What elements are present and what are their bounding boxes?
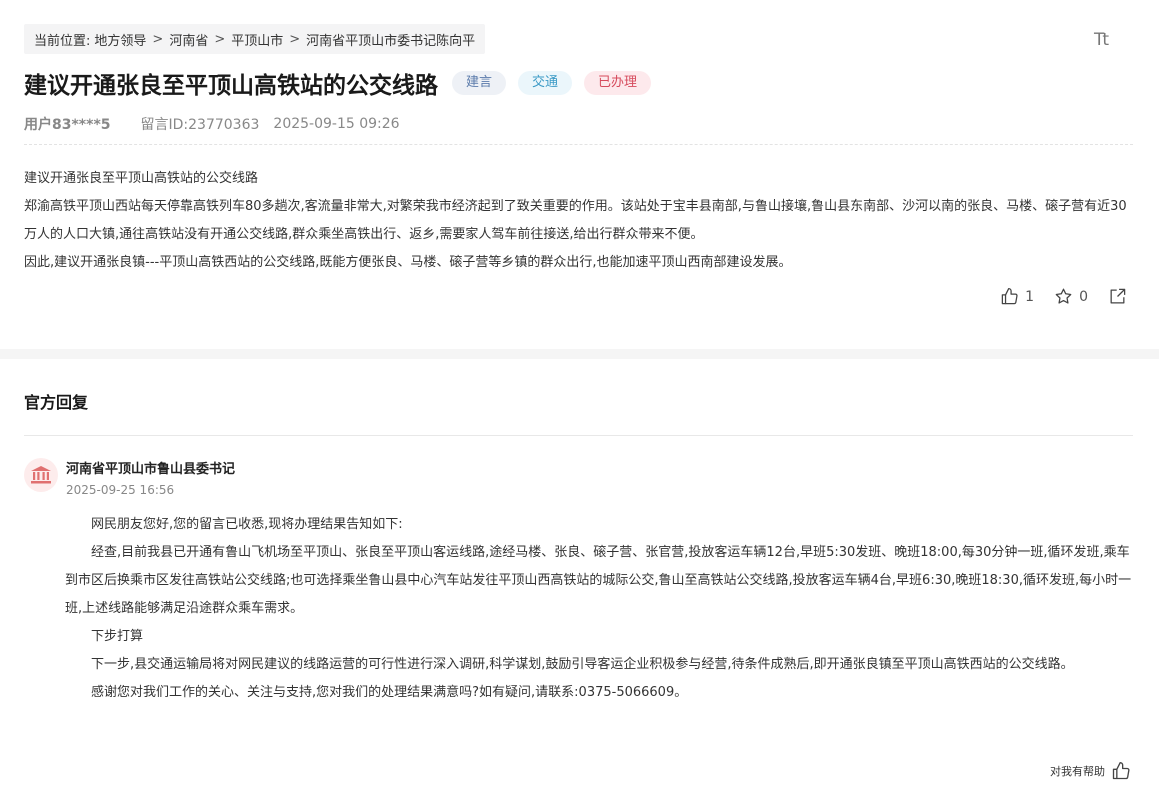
org-avatar bbox=[24, 458, 58, 492]
reply-paragraph: 经查,目前我县已开通有鲁山飞机场至平顶山、张良至平顶山客运线路,途经马楼、张良、… bbox=[65, 545, 1132, 616]
helpful-button[interactable]: 对我有帮助 bbox=[1050, 761, 1131, 781]
star-icon bbox=[1055, 288, 1072, 304]
reply-org: 河南省平顶山市鲁山县委书记 2025-09-25 16:56 bbox=[24, 458, 1133, 497]
post-content: 建议开通张良至平顶山高铁站的公交线路 郑渝高铁平顶山西站每天停靠高铁列车80多趟… bbox=[24, 165, 1136, 277]
like-count: 1 bbox=[1025, 288, 1035, 305]
post-actions: 1 0 bbox=[980, 287, 1133, 306]
post-paragraph: 建议开通张良至平顶山高铁站的公交线路 bbox=[24, 171, 259, 186]
section-divider bbox=[0, 349, 1159, 359]
breadcrumb-item-province[interactable]: 河南省 bbox=[169, 30, 208, 49]
page-title: 建议开通张良至平顶山高铁站的公交线路 bbox=[24, 73, 438, 99]
thumbs-up-icon bbox=[1112, 762, 1130, 780]
status-badge: 已办理 bbox=[584, 71, 652, 95]
like-button[interactable]: 1 bbox=[1000, 287, 1034, 306]
reply-date: 2025-09-25 16:56 bbox=[66, 483, 175, 497]
reply-paragraph: 下步打算 bbox=[91, 629, 144, 644]
reply-paragraph: 下一步,县交通运输局将对网民建议的线路运营的可行性进行深入调研,科学谋划,鼓励引… bbox=[91, 657, 1074, 672]
org-name: 河南省平顶山市鲁山县委书记 bbox=[66, 462, 236, 477]
post-paragraph: 郑渝高铁平顶山西站每天停靠高铁列车80多趟次,客流量非常大,对繁荣我市经济起到了… bbox=[24, 199, 1127, 242]
breadcrumb-item-city[interactable]: 平顶山市 bbox=[231, 30, 283, 49]
post-meta: 用户83****5 留言ID:23770363 2025-09-15 09:26 bbox=[24, 114, 1133, 145]
breadcrumb-separator: > bbox=[152, 31, 164, 47]
breadcrumb-separator: > bbox=[289, 31, 301, 47]
title-row: 建议开通张良至平顶山高铁站的公交线路 建言 交通 已办理 bbox=[24, 66, 1133, 100]
favorite-button[interactable]: 0 bbox=[1054, 287, 1088, 306]
breadcrumb-item-leaders[interactable]: 地方领导 bbox=[94, 30, 146, 49]
breadcrumb: 当前位置: 地方领导 > 河南省 > 平顶山市 > 河南省平顶山市委书记陈向平 bbox=[24, 24, 486, 54]
tag-traffic: 交通 bbox=[518, 71, 573, 95]
message-id: 留言ID:23770363 bbox=[140, 117, 260, 133]
breadcrumb-item-secretary[interactable]: 河南省平顶山市委书记陈向平 bbox=[306, 30, 475, 49]
thumbs-up-icon bbox=[1001, 287, 1018, 305]
reply-heading: 官方回复 bbox=[24, 389, 1133, 436]
font-size-icon[interactable]: Tt bbox=[1094, 30, 1109, 50]
post-user: 用户83****5 bbox=[24, 117, 111, 133]
post-paragraph: 因此,建议开通张良镇---平顶山高铁西站的公交线路,既能方便张良、马楼、磙子营等… bbox=[24, 255, 792, 270]
reply-content: 网民朋友您好,您的留言已收悉,现将办理结果告知如下: 经查,目前我县已开通有鲁山… bbox=[65, 511, 1135, 707]
share-icon bbox=[1110, 288, 1126, 304]
org-info: 河南省平顶山市鲁山县委书记 2025-09-25 16:56 bbox=[66, 458, 235, 497]
helpful-label: 对我有帮助 bbox=[1050, 765, 1105, 778]
post-datetime: 2025-09-15 09:26 bbox=[273, 116, 400, 132]
reply-paragraph: 感谢您对我们工作的关心、关注与支持,您对我们的处理结果满意吗?如有疑问,请联系:… bbox=[91, 685, 688, 700]
tag-suggestion: 建言 bbox=[452, 71, 507, 95]
breadcrumb-separator: > bbox=[214, 31, 226, 47]
share-button[interactable] bbox=[1108, 287, 1133, 306]
official-reply-section: 官方回复 河南省平顶山市鲁山县委书记 2025-09-25 16:56 网民朋友… bbox=[24, 359, 1133, 707]
favorite-count: 0 bbox=[1079, 288, 1088, 305]
reply-paragraph: 网民朋友您好,您的留言已收悉,现将办理结果告知如下: bbox=[91, 517, 403, 532]
government-building-icon bbox=[31, 466, 51, 484]
post-section: 当前位置: 地方领导 > 河南省 > 平顶山市 > 河南省平顶山市委书记陈向平 … bbox=[0, 0, 1159, 350]
breadcrumb-prefix: 当前位置: bbox=[34, 33, 91, 49]
